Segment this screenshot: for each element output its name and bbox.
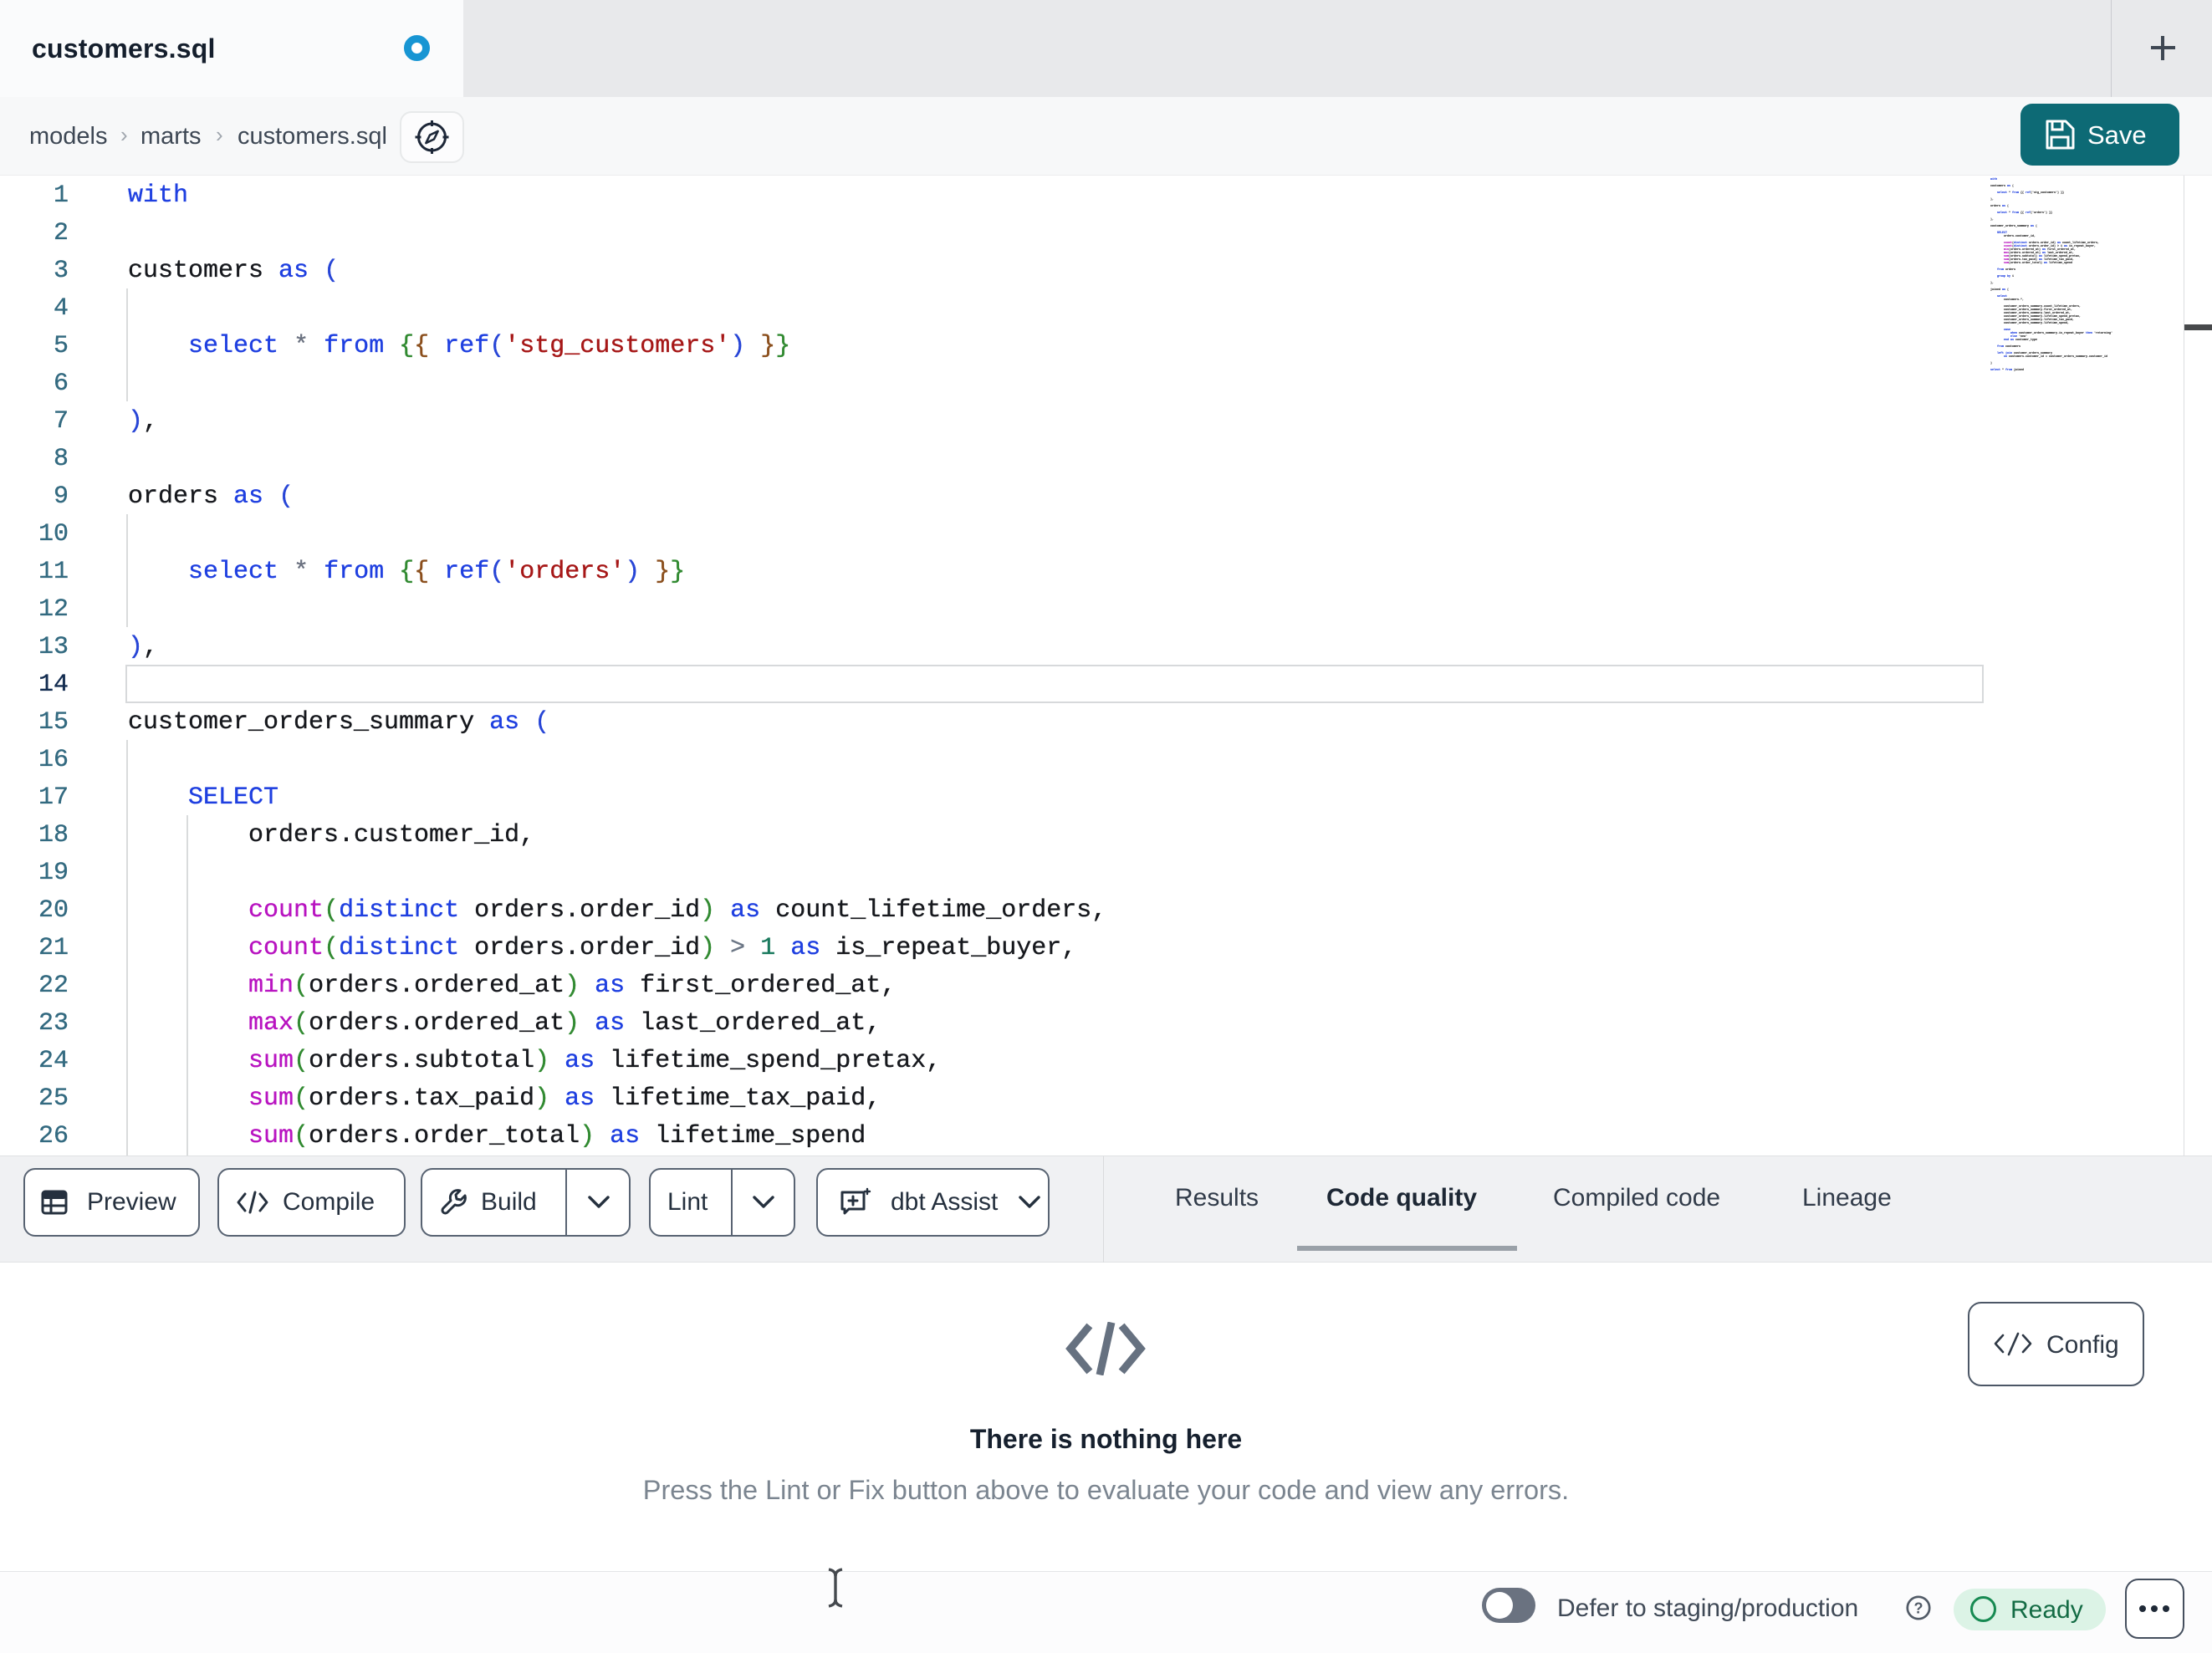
svg-text:Config: Config [2046,1331,2119,1359]
svg-text:?: ? [1914,1600,1923,1617]
